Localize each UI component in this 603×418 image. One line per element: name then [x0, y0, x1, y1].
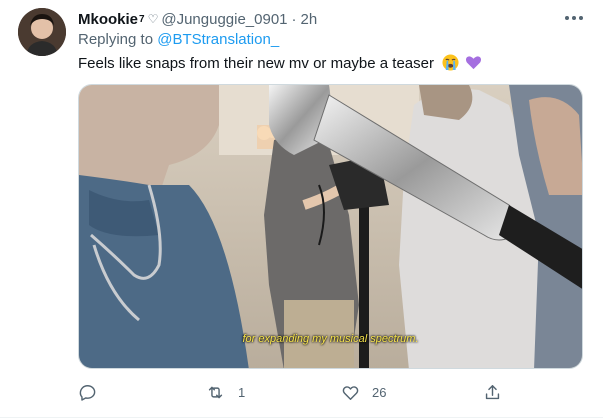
media-subtitle: for expanding my musical spectrum. [242, 333, 419, 345]
like-count: 26 [372, 384, 387, 400]
retweet-button[interactable]: 1 [205, 382, 245, 402]
loudly-crying-face-icon [442, 54, 459, 75]
author-heart-icon: ♡ [147, 12, 159, 26]
reply-icon [78, 383, 97, 402]
more-dot [565, 16, 569, 20]
more-options-icon[interactable] [563, 9, 585, 27]
tweet-header: Mkookie 7 ♡ @Junguggie_0901 · 2h [78, 9, 317, 29]
retweet-count: 1 [238, 384, 246, 400]
tweet-actions: 1 26 [78, 382, 518, 402]
share-button[interactable] [483, 382, 514, 402]
tweet[interactable]: Mkookie 7 ♡ @Junguggie_0901 · 2h Replying… [0, 0, 603, 418]
avatar[interactable] [18, 8, 66, 56]
author-badge: 7 [139, 13, 145, 25]
tweet-text: Feels like snaps from their new mv or ma… [78, 54, 482, 75]
more-dot [572, 16, 576, 20]
share-icon [483, 383, 502, 402]
replying-to: Replying to @BTStranslation_ [78, 31, 279, 48]
purple-heart-icon [465, 54, 482, 75]
tweet-timestamp[interactable]: 2h [301, 11, 318, 28]
replying-to-prefix: Replying to [78, 31, 154, 48]
reply-button[interactable] [78, 382, 109, 402]
author-name[interactable]: Mkookie [78, 11, 138, 28]
replying-to-link[interactable]: @BTStranslation_ [157, 31, 279, 48]
retweet-icon [205, 383, 226, 402]
tweet-media[interactable]: for expanding my musical spectrum. [78, 84, 583, 369]
like-heart-icon [341, 383, 360, 402]
like-button[interactable]: 26 [341, 382, 386, 402]
avatar-image [18, 8, 66, 56]
tweet-text-content: Feels like snaps from their new mv or ma… [78, 55, 434, 72]
author-handle[interactable]: @Junguggie_0901 [161, 11, 287, 28]
separator-dot: · [291, 10, 297, 28]
media-photo [79, 85, 582, 368]
more-dot [579, 16, 583, 20]
